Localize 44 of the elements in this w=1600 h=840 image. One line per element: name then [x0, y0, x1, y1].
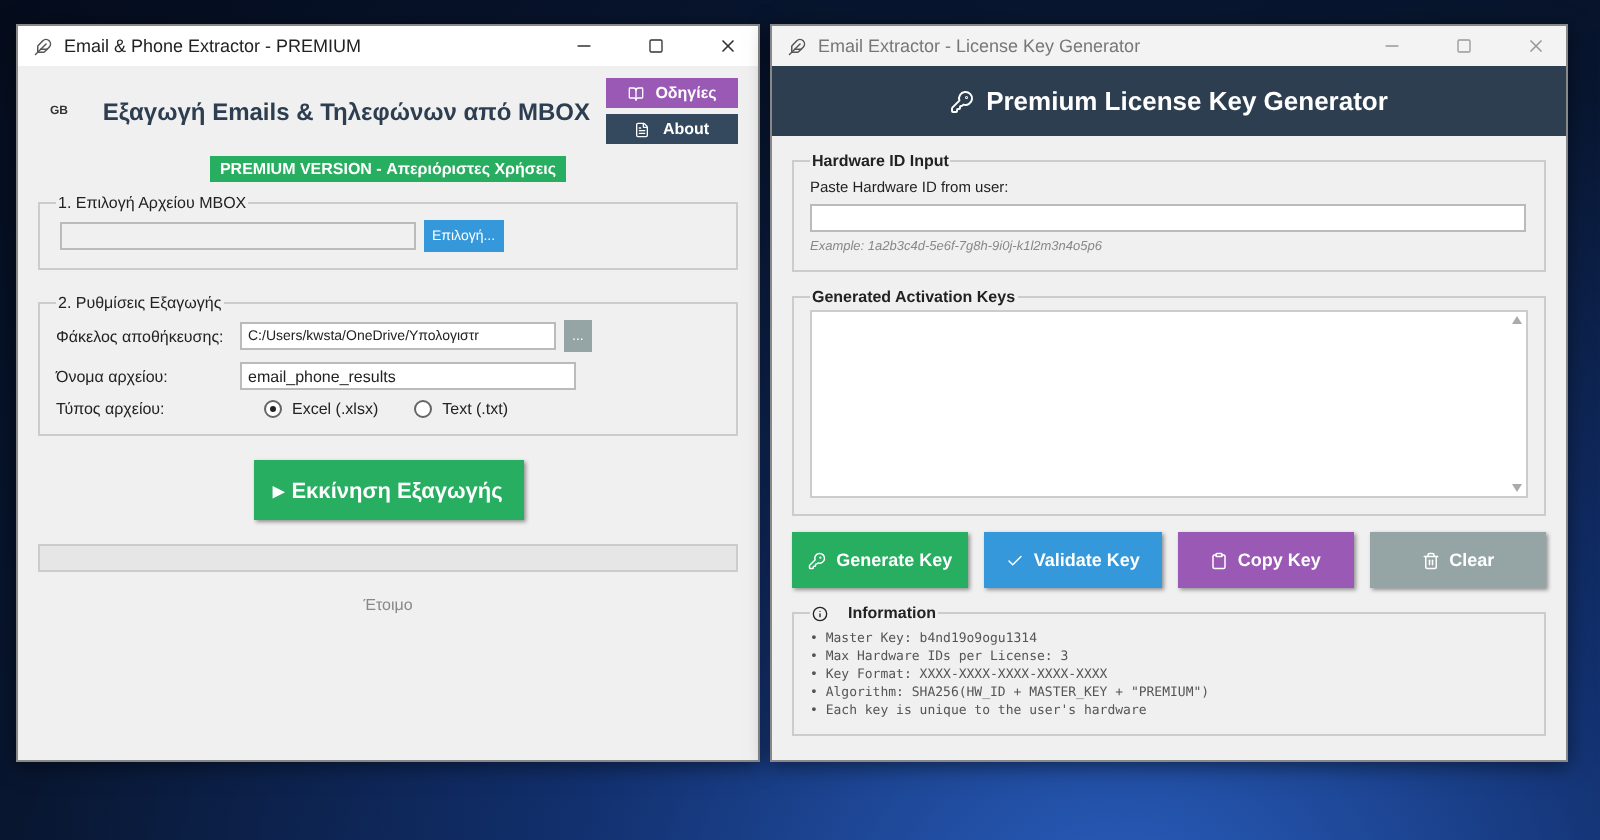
book-icon	[627, 85, 644, 101]
validate-key-button[interactable]: Validate Key	[984, 532, 1161, 588]
generate-key-button[interactable]: Generate Key	[792, 532, 969, 588]
radio-button[interactable]	[264, 400, 282, 418]
hardware-id-field[interactable]	[810, 204, 1526, 232]
document-icon	[634, 121, 651, 137]
file-type-option[interactable]: Excel (.xlsx)	[264, 400, 379, 418]
start-button[interactable]: ▸ Εκκίνηση Εξαγωγής	[253, 460, 523, 520]
filename-field[interactable]: email_phone_results	[240, 362, 576, 390]
filetype-label: Τύπος αρχείου:	[56, 400, 167, 418]
folder-label: Φάκελος αποθήκευσης:	[56, 327, 226, 345]
window-title: Email & Phone Extractor - PREMIUM	[64, 36, 364, 56]
filename-label: Όνομα αρχείου:	[56, 367, 170, 385]
check-icon	[1005, 551, 1024, 569]
clipboard-icon	[1209, 551, 1228, 569]
app-heading: Εξαγωγή Emails & Τηλεφώνων από MBOX	[102, 97, 590, 125]
group-title: Generated Activation Keys	[810, 288, 1018, 306]
scroll-down-icon[interactable]	[1511, 484, 1521, 492]
file-path-field[interactable]	[60, 222, 416, 250]
trash-icon	[1421, 551, 1440, 569]
key-icon	[950, 89, 975, 113]
feather-icon	[788, 37, 806, 55]
close-icon[interactable]	[718, 36, 738, 56]
premium-badge: PREMIUM VERSION - Απεριόριστες Χρήσεις	[209, 156, 567, 182]
group-title: 2. Ρυθμίσεις Εξαγωγής	[56, 294, 224, 312]
guide-button[interactable]: Οδηγίες	[606, 78, 738, 108]
key-icon	[808, 551, 827, 569]
group-title: Hardware ID Input	[810, 152, 951, 170]
group-title: 1. Επιλογή Αρχείου MBOX	[56, 194, 249, 212]
info-icon	[812, 605, 828, 621]
maximize-icon[interactable]	[648, 38, 664, 54]
window-title: Email Extractor - License Key Generator	[818, 36, 1143, 56]
status-text: Έτοιμο	[363, 596, 413, 614]
clear-key-button[interactable]: Clear	[1369, 532, 1546, 588]
keys-text-area[interactable]	[810, 310, 1528, 498]
header-title: Premium License Key Generator	[986, 86, 1388, 116]
radio-button[interactable]	[414, 400, 433, 418]
feather-icon	[34, 37, 52, 55]
group-title: Information	[848, 604, 936, 622]
copy-key-button[interactable]: Copy Key	[1177, 532, 1354, 588]
scrollbar[interactable]	[1506, 312, 1526, 496]
scroll-up-icon[interactable]	[1511, 316, 1521, 324]
about-button[interactable]: About	[606, 114, 738, 144]
file-type-option[interactable]: Text (.txt)	[414, 400, 509, 418]
